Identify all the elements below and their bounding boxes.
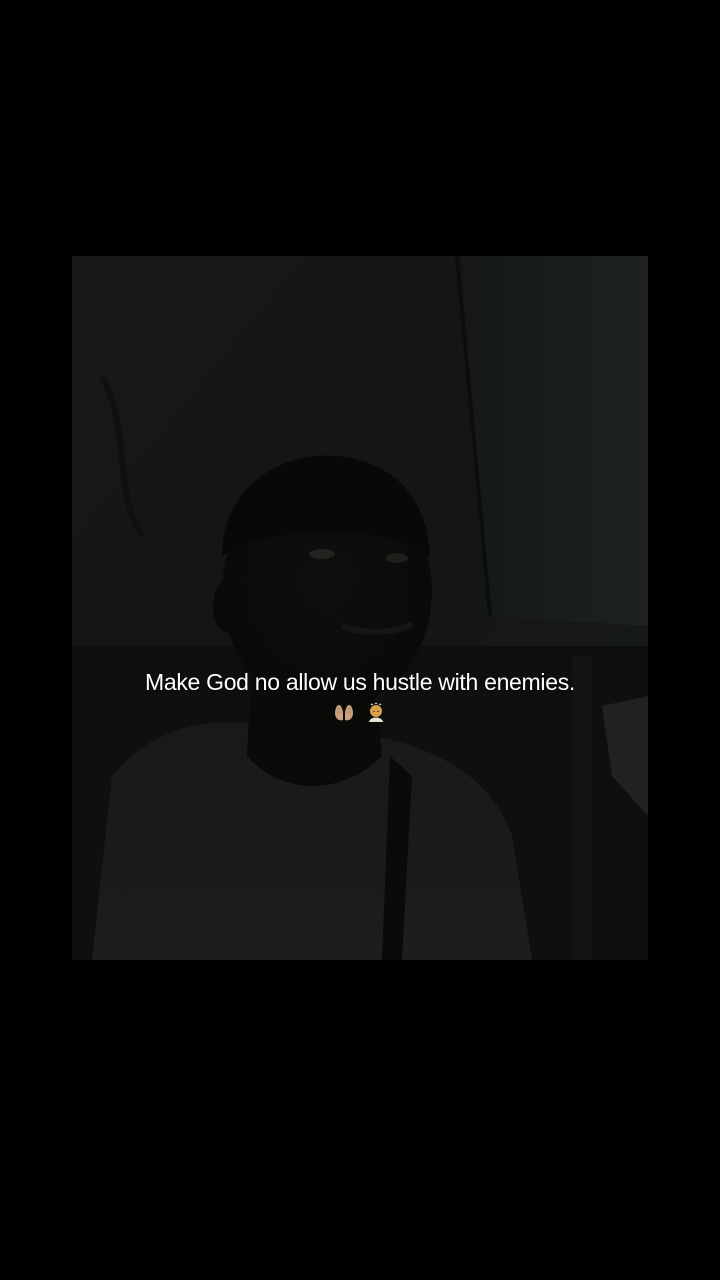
caption: Make God no allow us hustle with enemies… bbox=[0, 667, 720, 725]
person-in-steamy-room-icon bbox=[364, 700, 388, 724]
video-frame: Make God no allow us hustle with enemies… bbox=[0, 0, 720, 1280]
caption-text: Make God no allow us hustle with enemies… bbox=[144, 669, 576, 695]
photo bbox=[72, 256, 648, 960]
caption-emojis bbox=[0, 695, 720, 725]
dim-overlay bbox=[72, 256, 648, 960]
palms-up-together-icon bbox=[332, 700, 356, 724]
photo-scene bbox=[72, 256, 648, 960]
